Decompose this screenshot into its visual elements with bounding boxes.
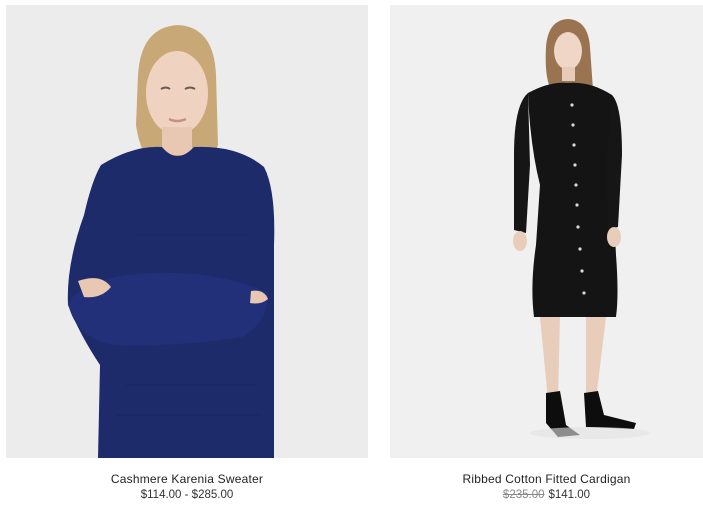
product-info-sweater: Cashmere Karenia Sweater $114.00 - $285.… bbox=[6, 472, 368, 503]
product-card-sweater[interactable]: Cashmere Karenia Sweater $114.00 - $285.… bbox=[6, 5, 368, 503]
original-price: $235.00 bbox=[502, 489, 545, 501]
product-grid: Cashmere Karenia Sweater $114.00 - $285.… bbox=[0, 0, 703, 509]
sweater-photo bbox=[6, 5, 368, 458]
product-link-sweater[interactable] bbox=[6, 5, 368, 458]
price-range: $114.00 - $285.00 bbox=[140, 489, 234, 501]
product-image-sweater[interactable] bbox=[6, 5, 368, 458]
product-name[interactable]: Cashmere Karenia Sweater bbox=[6, 472, 368, 487]
product-image-cardigan[interactable] bbox=[390, 5, 703, 458]
product-link-cardigan[interactable] bbox=[390, 5, 703, 458]
product-card-cardigan[interactable]: Ribbed Cotton Fitted Cardigan $235.00 $14… bbox=[390, 5, 703, 503]
product-name[interactable]: Ribbed Cotton Fitted Cardigan bbox=[390, 472, 703, 487]
cardigan-photo bbox=[390, 5, 703, 458]
product-price: $114.00 - $285.00 bbox=[6, 488, 368, 503]
product-info-cardigan: Ribbed Cotton Fitted Cardigan $235.00 $14… bbox=[390, 472, 703, 503]
sale-price: $141.00 bbox=[548, 489, 591, 501]
product-price: $235.00 $141.00 bbox=[390, 488, 703, 503]
